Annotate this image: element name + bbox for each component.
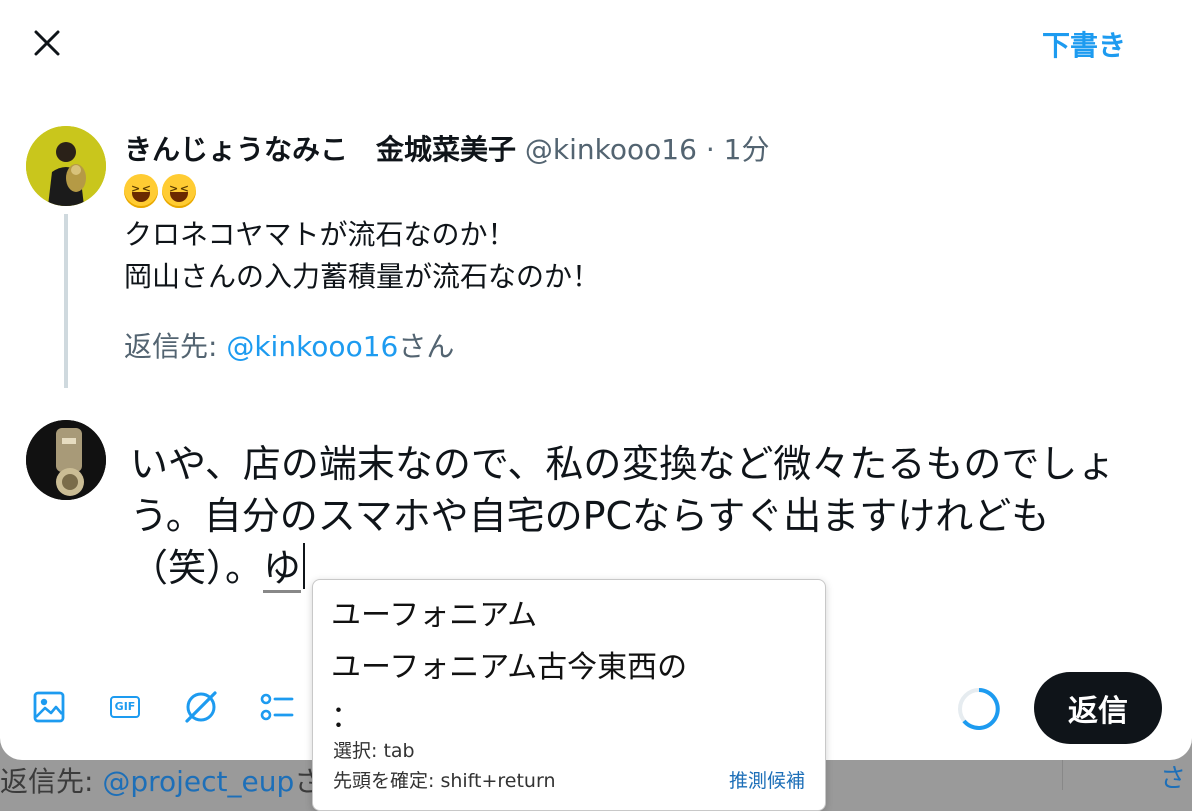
original-tweet-header: きんじょうなみこ 金城菜美子 @kinkooo16 · 1分 (124, 128, 769, 168)
ime-candidate[interactable]: ： (331, 692, 361, 736)
grok-button[interactable] (182, 688, 220, 726)
composing-text: ゆ (263, 546, 302, 593)
tweet-line: クロネコヤマトが流石なのか！ (124, 218, 516, 251)
ime-predict-link[interactable]: 推測候補 (729, 766, 805, 793)
ime-hint-select: 選択: tab (333, 740, 415, 762)
reply-textarea[interactable]: いや、店の端末なので、私の変換など微々たるものでしょう。自分のスマホや自宅のPC… (130, 438, 1150, 594)
emoji-row: > < > < (124, 174, 196, 208)
author-handle[interactable]: @kinkooo16 (525, 133, 697, 166)
ime-candidate[interactable]: ユーフォニアム古今東西の (331, 642, 687, 686)
author-name[interactable]: きんじょうなみこ 金城菜美子 (124, 133, 516, 166)
tweet-line: 岡山さんの入力蓄積量が流石なのか！ (124, 260, 601, 293)
gif-icon: GIF (109, 696, 141, 718)
avatar-image (26, 420, 106, 500)
poll-button[interactable] (258, 688, 296, 726)
underlay-edge-text: さ (1160, 764, 1187, 794)
add-gif-button[interactable]: GIF (106, 688, 144, 726)
replying-to: 返信先: @kinkooo16さん (124, 330, 455, 363)
poll-icon (260, 693, 294, 721)
ime-hint-confirm: 先頭を確定: shift+return (333, 770, 556, 792)
avatar-image (26, 126, 106, 206)
character-count-ring (958, 688, 1000, 730)
original-tweet-text: クロネコヤマトが流石なのか！ 岡山さんの入力蓄積量が流石なのか！ (124, 214, 600, 298)
separator-dot: · (705, 133, 715, 166)
drafts-button[interactable]: 下書き (1042, 24, 1126, 64)
reply-button[interactable]: 返信 (1034, 672, 1162, 744)
tweet-time[interactable]: 1分 (724, 133, 770, 166)
text-caret (303, 543, 306, 589)
my-avatar[interactable] (26, 420, 106, 500)
ime-candidate-window: ユーフォニアム ユーフォニアム古今東西の ： 選択: tab 先頭を確定: sh… (312, 579, 826, 811)
reply-mention-link[interactable]: @kinkooo16 (226, 330, 398, 363)
ime-candidate[interactable]: ユーフォニアム (331, 590, 537, 634)
compose-toolbar: GIF (30, 688, 296, 726)
original-author-avatar[interactable] (26, 126, 106, 206)
grok-icon (185, 691, 217, 723)
add-image-button[interactable] (30, 688, 68, 726)
grinning-squinting-face-icon: > < (162, 174, 196, 208)
underlay-reply-to: 返信先: @project_eupさ (0, 765, 323, 798)
grinning-squinting-face-icon: > < (124, 174, 158, 208)
close-button[interactable] (30, 26, 64, 60)
image-icon (33, 691, 65, 723)
close-icon (34, 30, 60, 56)
thread-line (64, 214, 68, 388)
